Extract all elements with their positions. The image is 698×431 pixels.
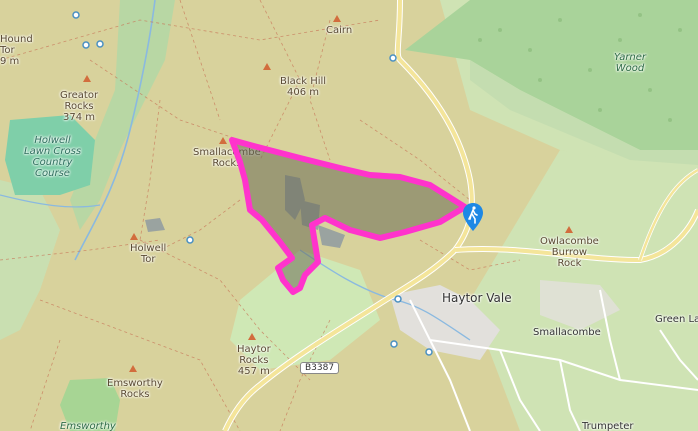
route-polygon[interactable] [229, 137, 468, 295]
map-canvas[interactable]: Hound Tor 9 m Greator Rocks 374 m Holwell Law… [0, 0, 698, 431]
route-overlay[interactable] [0, 0, 698, 431]
hiker-icon[interactable] [462, 202, 484, 232]
